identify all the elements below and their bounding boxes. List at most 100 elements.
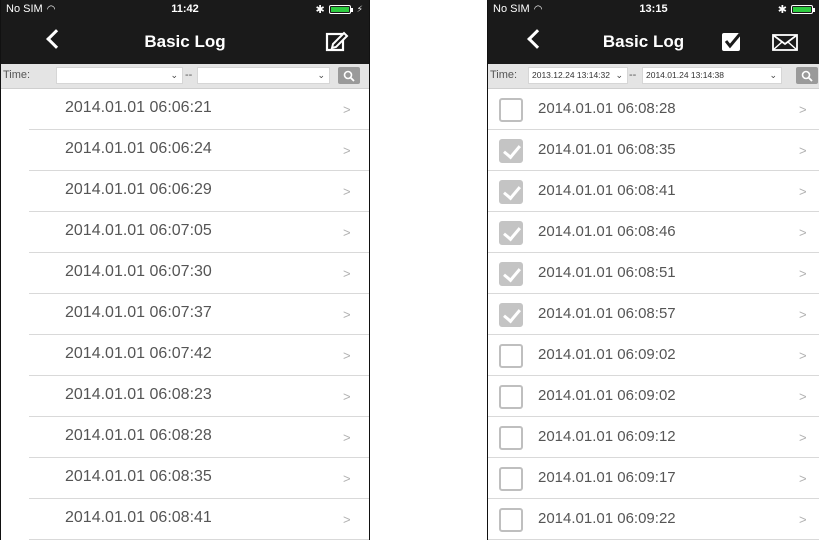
log-list: 2014.01.01 06:08:28 >2014.01.01 06:08:35 >… [488,89,819,540]
log-row[interactable]: 2014.01.01 06:08:41 > [488,171,819,212]
log-row[interactable]: 2014.01.01 06:08:46 > [488,212,819,253]
nav-bar: Basic Log [488,20,819,64]
chevron-right-icon: > [799,307,807,322]
chevron-right-icon: > [343,266,351,281]
chevron-right-icon: > [343,225,351,240]
edit-pencil-icon[interactable] [325,30,349,52]
chevron-right-icon: > [799,348,807,363]
search-button[interactable] [338,67,360,84]
log-timestamp: 2014.01.01 06:08:57 [538,305,676,322]
log-row[interactable]: 2014.01.01 06:07:42 > [29,335,369,376]
log-timestamp: 2014.01.01 06:09:02 [538,387,676,404]
row-checkbox[interactable] [499,221,523,245]
log-timestamp: 2014.01.01 06:06:21 [65,99,212,116]
clock: 13:15 [639,3,668,15]
clock: 11:42 [171,3,199,15]
charging-icon: ⚡ [356,4,363,14]
status-right: ✱ ⚡ [315,3,363,16]
status-right: ✱ [777,3,815,16]
chevron-right-icon: > [799,430,807,445]
log-timestamp: 2014.01.01 06:07:05 [65,222,212,239]
log-timestamp: 2014.01.01 06:08:35 [538,141,676,158]
time-label: Time: [3,69,31,81]
log-row[interactable]: 2014.01.01 06:08:28 > [29,417,369,458]
search-icon [801,70,813,82]
chevron-right-icon: > [343,348,351,363]
chevron-right-icon: > [343,307,351,322]
battery-icon [791,5,815,14]
range-separator: -- [185,69,193,81]
end-time-value: 2014.01.24 13:14:38 [646,70,724,80]
status-bar: No SIM ◠ 11:42 ✱ ⚡ [1,0,369,20]
row-checkbox[interactable] [499,180,523,204]
page-title: Basic Log [144,32,226,51]
row-checkbox[interactable] [499,303,523,327]
log-row[interactable]: 2014.01.01 06:07:05 > [29,212,369,253]
log-timestamp: 2014.01.01 06:07:30 [65,263,212,280]
chevron-right-icon: > [343,430,351,445]
chevron-right-icon: > [343,389,351,404]
log-row[interactable]: 2014.01.01 06:08:28 > [488,89,819,130]
bluetooth-icon: ✱ [315,4,325,16]
row-checkbox[interactable] [499,508,523,532]
chevron-right-icon: > [799,471,807,486]
log-row[interactable]: 2014.01.01 06:07:37 > [29,294,369,335]
search-button[interactable] [796,67,818,84]
chevron-right-icon: > [799,266,807,281]
log-list: 2014.01.01 06:06:21 >2014.01.01 06:06:24 >… [1,89,369,540]
log-row[interactable]: 2014.01.01 06:07:30 > [29,253,369,294]
log-row[interactable]: 2014.01.01 06:06:21 > [29,89,369,130]
log-timestamp: 2014.01.01 06:07:42 [65,345,212,362]
log-timestamp: 2014.01.01 06:06:29 [65,181,212,198]
mail-envelope-icon[interactable] [772,34,798,51]
log-row[interactable]: 2014.01.01 06:09:02 > [488,335,819,376]
start-time-dropdown[interactable]: ⌄ [56,67,183,84]
start-time-dropdown[interactable]: 2013.12.24 13:14:32 ⌄ [528,67,628,84]
log-timestamp: 2014.01.01 06:08:28 [65,427,212,444]
log-row[interactable]: 2014.01.01 06:08:23 > [29,376,369,417]
row-checkbox[interactable] [499,262,523,286]
log-timestamp: 2014.01.01 06:08:28 [538,100,676,117]
row-checkbox[interactable] [499,98,523,122]
chevron-right-icon: > [343,102,351,117]
chevron-right-icon: > [799,102,807,117]
chevron-down-icon: ⌄ [769,70,777,80]
log-timestamp: 2014.01.01 06:08:23 [65,386,212,403]
right-phone-screen: No SIM ◠ 13:15 ✱ Basic Log Time: 2013.12.… [487,0,819,540]
log-timestamp: 2014.01.01 06:09:02 [538,346,676,363]
log-timestamp: 2014.01.01 06:08:35 [65,468,212,485]
log-row[interactable]: 2014.01.01 06:08:57 > [488,294,819,335]
end-time-dropdown[interactable]: ⌄ [197,67,330,84]
log-row[interactable]: 2014.01.01 06:06:24 > [29,130,369,171]
end-time-dropdown[interactable]: 2014.01.24 13:14:38 ⌄ [642,67,782,84]
log-timestamp: 2014.01.01 06:08:51 [538,264,676,281]
log-timestamp: 2014.01.01 06:08:41 [65,509,212,526]
row-checkbox[interactable] [499,467,523,491]
log-row[interactable]: 2014.01.01 06:09:22 > [488,499,819,540]
log-timestamp: 2014.01.01 06:06:24 [65,140,212,157]
row-checkbox[interactable] [499,139,523,163]
checkbox-icon[interactable] [720,30,744,54]
range-separator: -- [629,69,637,81]
row-checkbox[interactable] [499,385,523,409]
time-filter-bar: Time: 2013.12.24 13:14:32 ⌄ -- 2014.01.2… [488,64,819,89]
log-row[interactable]: 2014.01.01 06:09:12 > [488,417,819,458]
log-row[interactable]: 2014.01.01 06:08:35 > [29,458,369,499]
chevron-right-icon: > [799,184,807,199]
chevron-right-icon: > [343,471,351,486]
bluetooth-icon: ✱ [777,4,787,16]
log-row[interactable]: 2014.01.01 06:08:35 > [488,130,819,171]
log-row[interactable]: 2014.01.01 06:08:41 > [29,499,369,540]
chevron-down-icon: ⌄ [317,70,325,80]
time-label: Time: [490,69,518,81]
chevron-down-icon: ⌄ [170,70,178,80]
log-timestamp: 2014.01.01 06:09:12 [538,428,676,445]
log-row[interactable]: 2014.01.01 06:09:02 > [488,376,819,417]
row-checkbox[interactable] [499,426,523,450]
row-checkbox[interactable] [499,344,523,368]
log-row[interactable]: 2014.01.01 06:06:29 > [29,171,369,212]
chevron-right-icon: > [799,389,807,404]
log-row[interactable]: 2014.01.01 06:08:51 > [488,253,819,294]
chevron-right-icon: > [799,225,807,240]
log-row[interactable]: 2014.01.01 06:09:17 > [488,458,819,499]
